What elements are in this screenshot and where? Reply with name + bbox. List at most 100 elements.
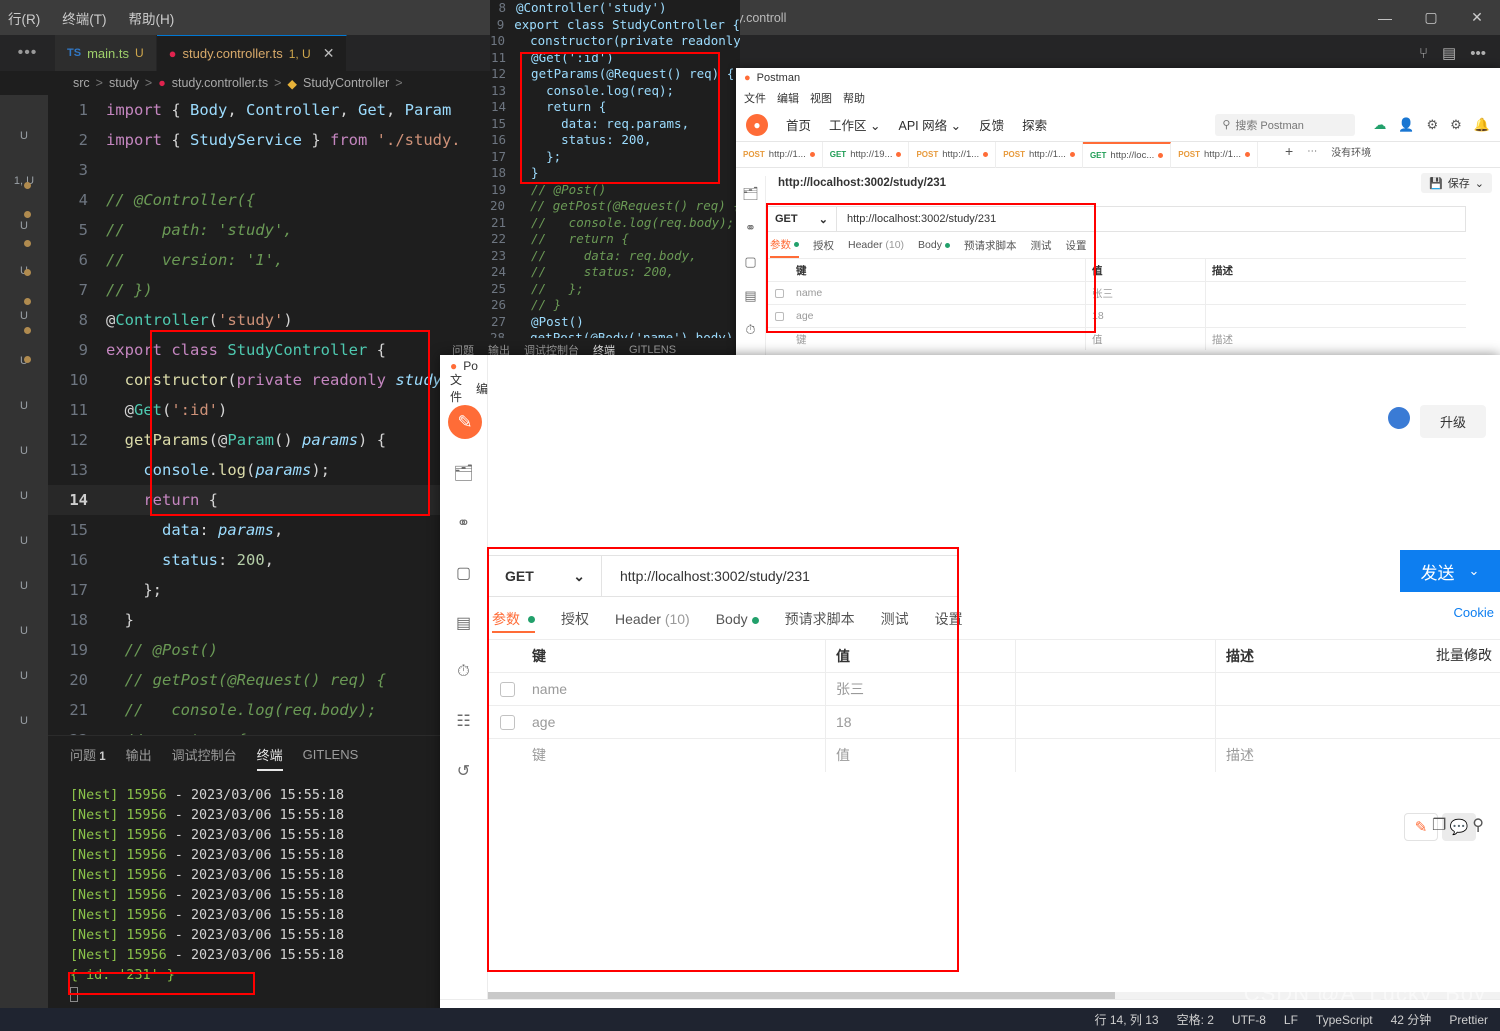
environments-icon[interactable]: ▢ <box>456 563 471 583</box>
menu-item-terminal[interactable]: 终端(T) <box>62 8 106 28</box>
request-tab-预请求脚本[interactable]: 预请求脚本 <box>785 609 855 629</box>
save-button[interactable]: 💾 保存 ⌄ <box>1421 173 1492 193</box>
table-row[interactable]: name 张三 <box>766 281 1466 304</box>
method-select[interactable]: GET ⌄ <box>489 555 602 597</box>
more-actions-icon[interactable]: ••• <box>1470 45 1486 62</box>
postman-tab[interactable]: POST http://1... <box>909 141 997 168</box>
url-input[interactable]: http://localhost:3002/study/231 <box>837 207 1465 231</box>
param-description[interactable]: 描述 <box>1216 739 1451 772</box>
copy-icon[interactable]: ❐ <box>1432 815 1446 835</box>
breadcrumb-class[interactable]: StudyController <box>303 76 389 90</box>
nav-workspaces[interactable]: 工作区 ⌄ <box>829 115 880 134</box>
param-key[interactable]: 键 <box>526 738 826 772</box>
breakpoint-dot[interactable] <box>24 356 31 363</box>
menu-edit[interactable]: 编 <box>476 380 488 397</box>
panel-tab-终端[interactable]: 终端 <box>256 745 283 771</box>
param-key[interactable]: 键 <box>792 328 1086 350</box>
vscode-statusbar[interactable]: 行 14, 列 13 空格: 2 UTF-8 LF TypeScript 42 分钟 Pre… <box>0 1008 1500 1031</box>
request-section-tabs[interactable]: 参数 授权 Header (10) Body 预请求脚本 测试 设置 <box>766 232 1500 258</box>
invite-user-icon[interactable]: 👤 <box>1398 117 1414 133</box>
close-tab-icon[interactable]: ✕ <box>323 45 335 62</box>
postman-tab[interactable]: POST http://1... <box>1171 141 1258 168</box>
menu-help[interactable]: 帮助 <box>843 90 865 106</box>
param-description[interactable]: 描述 <box>1206 328 1466 350</box>
environment-selector[interactable]: 没有环境 <box>1331 144 1371 159</box>
terminal-output[interactable]: [Nest] 15956 - 2023/03/06 15:55:18 [Nest]… <box>48 772 440 1006</box>
request-tab-测试[interactable]: 测试 <box>881 609 909 629</box>
method-select[interactable]: GET ⌄ <box>767 207 837 231</box>
request-tab-Header (10)[interactable]: Header (10) <box>848 239 904 251</box>
table-row[interactable]: 键值描述 <box>766 327 1466 350</box>
postman-request-tabs[interactable]: POST http://1... GET http://19... POST http:/… <box>736 141 1500 168</box>
request-tab-Body[interactable]: Body <box>918 239 950 251</box>
param-value[interactable]: 值 <box>1086 328 1206 350</box>
collections-icon[interactable]: 🗂 <box>453 463 473 483</box>
request-tab-参数[interactable]: 参数 <box>770 232 799 258</box>
bell-icon[interactable]: 🔔 <box>1474 117 1490 133</box>
maximize-icon[interactable]: ▢ <box>1408 0 1454 35</box>
table-row[interactable]: 键值描述 <box>488 738 1500 772</box>
split-editor-icon[interactable]: ▤ <box>1442 44 1456 62</box>
nav-home[interactable]: 首页 <box>786 115 811 134</box>
params-table[interactable]: 键值描述 000 name 张三 age 18 键值描述 <box>488 639 1500 772</box>
menu-edit[interactable]: 编辑 <box>777 90 799 106</box>
postman-tabbar-right[interactable]: + ⋯ 没有环境 <box>1285 143 1371 159</box>
sync-cloud-icon[interactable]: ☁ <box>1373 117 1386 133</box>
param-value[interactable]: 张三 <box>1086 282 1206 304</box>
menu-file[interactable]: 文件 <box>744 90 766 106</box>
flows-icon[interactable]: ☷ <box>456 711 470 731</box>
monitors-icon[interactable]: ⏱ <box>745 322 755 338</box>
postman-sidebar-icons[interactable]: 🗂 ⚭ ▢ ▤ ⏱ ☷ ↺ <box>440 445 487 781</box>
row-checkbox[interactable] <box>499 714 515 730</box>
request-tab-预请求脚本[interactable]: 预请求脚本 <box>964 238 1017 253</box>
param-value[interactable]: 18 <box>1086 305 1206 327</box>
panel-tab-调试控制台[interactable]: 调试控制台 <box>172 745 237 764</box>
request-tab-设置[interactable]: 设置 <box>1065 238 1086 253</box>
apis-icon[interactable]: ⚭ <box>457 513 470 533</box>
chevron-down-icon[interactable]: ⌄ <box>1475 177 1484 190</box>
close-icon[interactable]: ✕ <box>1454 0 1500 35</box>
menu-item-run[interactable]: 行(R) <box>8 8 40 28</box>
breakpoint-dot[interactable] <box>24 327 31 334</box>
row-checkbox[interactable] <box>774 311 784 321</box>
response-utility-icons[interactable]: ❐ ⚲ <box>1432 815 1484 835</box>
statusbar-item-空格2[interactable]: 空格: 2 <box>1177 1011 1214 1028</box>
minimize-icon[interactable]: — <box>1362 0 1408 35</box>
panel-tab-GITLENS[interactable]: GITLENS <box>303 747 359 762</box>
background-code-editor[interactable]: 8 @Controller('study') 9 export class Study… <box>490 0 740 345</box>
search-input[interactable]: ⚲ 搜索 Postman <box>1215 113 1356 136</box>
environments-icon[interactable]: ▢ <box>744 254 756 270</box>
menu-view[interactable]: 视图 <box>810 90 832 106</box>
request-tab-Header (10)[interactable]: Header (10) <box>615 611 690 627</box>
row-checkbox[interactable] <box>774 288 784 298</box>
statusbar-item-Prettier[interactable]: Prettier <box>1449 1013 1488 1027</box>
request-tab-Body[interactable]: Body <box>716 611 759 627</box>
postman-tab[interactable]: POST http://1... <box>996 141 1083 168</box>
breadcrumb-study[interactable]: study <box>109 76 139 90</box>
postman-tab[interactable]: POST http://1... <box>736 141 823 168</box>
mock-servers-icon[interactable]: ▤ <box>744 288 756 304</box>
split-merge-icon[interactable]: ⑂ <box>1419 45 1428 62</box>
statusbar-item-UTF8[interactable]: UTF-8 <box>1232 1013 1266 1027</box>
param-description[interactable] <box>1206 282 1466 304</box>
breakpoint-gutter[interactable] <box>24 160 40 385</box>
breakpoint-dot[interactable] <box>24 182 31 189</box>
breakpoint-dot[interactable] <box>24 211 31 218</box>
postman-menubar[interactable]: 文件 编辑 视图 帮助 <box>736 88 1500 108</box>
postman-tab[interactable]: GET http://19... <box>823 141 910 168</box>
gear-icon[interactable]: ⚙ <box>1450 117 1462 133</box>
request-url-bar[interactable]: GET ⌄ http://localhost:3002/study/231 <box>488 555 958 597</box>
request-tab-授权[interactable]: 授权 <box>813 238 834 253</box>
apis-icon[interactable]: ⚭ <box>745 220 756 236</box>
avatar[interactable] <box>1388 407 1410 429</box>
nav-feedback[interactable]: 反馈 <box>979 115 1004 134</box>
menu-file[interactable]: 文件 <box>450 371 462 405</box>
panel-tab-问题[interactable]: 问题 1 <box>70 745 106 764</box>
table-row[interactable]: age 18 <box>488 705 1500 739</box>
vscode-panel[interactable]: 问题 1 输出 调试控制台 终端 GITLENS [Nest] 15956 - 2023… <box>48 735 440 1031</box>
param-key[interactable]: name <box>526 672 826 706</box>
breakpoint-dot[interactable] <box>24 240 31 247</box>
cookies-link[interactable]: Cookie <box>1454 605 1494 620</box>
nav-api-network[interactable]: API 网络 ⌄ <box>898 115 961 134</box>
upgrade-button[interactable]: 升级 <box>1419 405 1486 438</box>
